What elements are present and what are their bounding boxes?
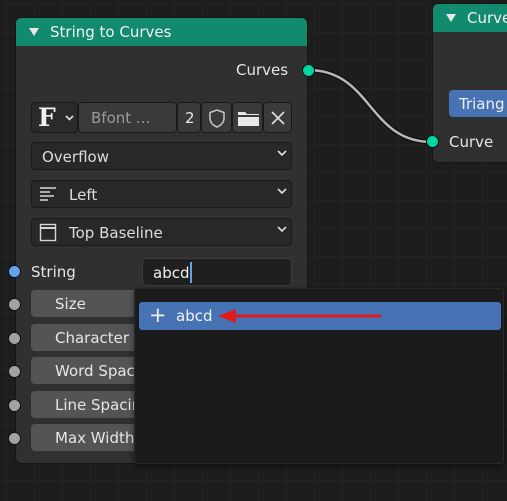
annotation-arrow: [218, 309, 381, 323]
